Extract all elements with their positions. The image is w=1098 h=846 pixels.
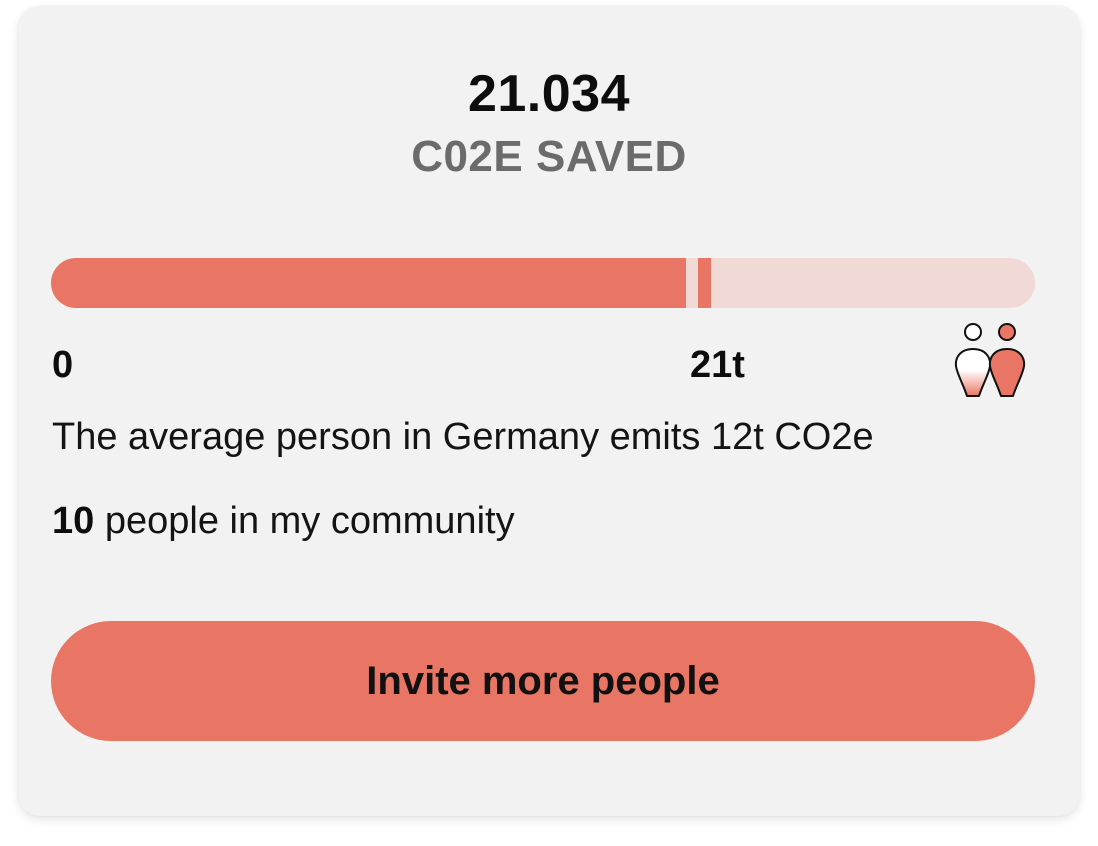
community-count: 10 bbox=[52, 500, 95, 542]
progress-gap bbox=[686, 258, 695, 308]
progress-marker bbox=[698, 258, 711, 308]
co2-saved-label: C02E SAVED bbox=[411, 132, 687, 181]
average-emissions-text: The average person in Germany emits 12t … bbox=[52, 416, 874, 458]
scale-marker-label: 21t bbox=[690, 344, 745, 386]
progress-fill bbox=[51, 258, 686, 308]
invite-more-people-button[interactable]: Invite more people bbox=[51, 621, 1035, 741]
people-comparison-icon bbox=[954, 323, 1026, 397]
co2-saved-value: 21.034 bbox=[467, 65, 631, 123]
co2-progress-bar bbox=[51, 258, 1035, 308]
community-size-text: 10 people in my community bbox=[52, 500, 515, 543]
scale-start-label: 0 bbox=[52, 344, 74, 386]
community-suffix: people in my community bbox=[94, 500, 515, 542]
co2-savings-card: 21.034 C02E SAVED 0 21t The average pers… bbox=[18, 6, 1080, 816]
